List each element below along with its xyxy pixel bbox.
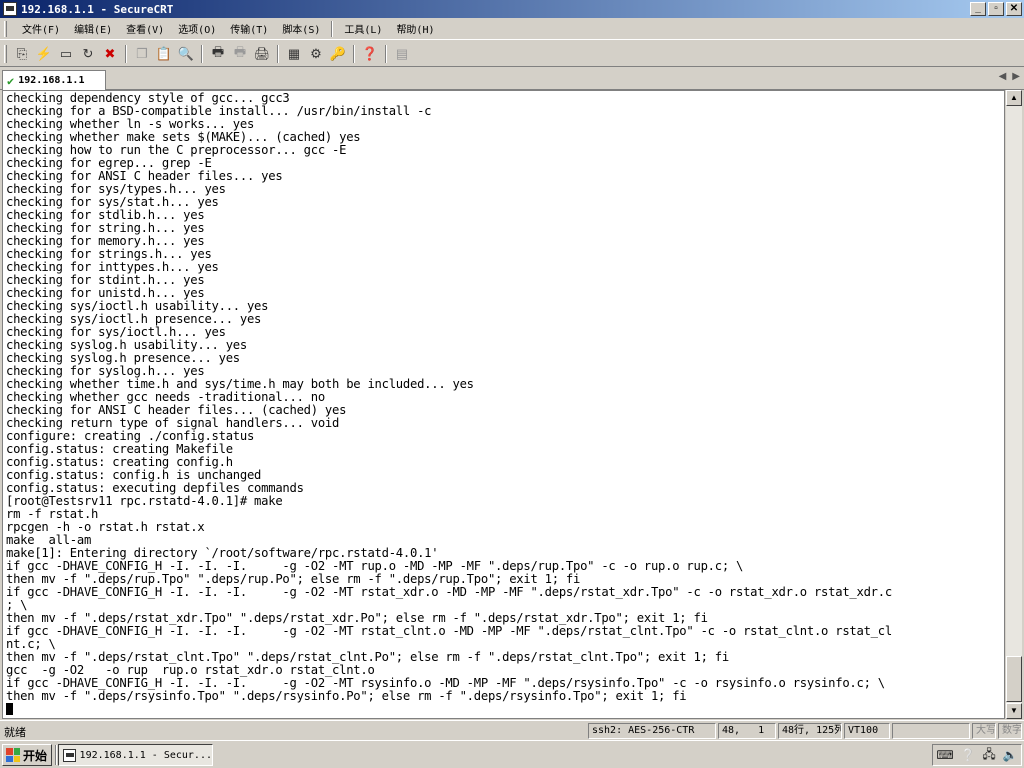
terminal-cursor-line: [6, 703, 892, 716]
logo-quadrant: [6, 748, 13, 755]
menu-file[interactable]: 文件(F): [15, 19, 67, 38]
disconnect-icon[interactable]: ✖: [100, 44, 120, 64]
tab-scroll-arrows: ◀ ▶: [999, 71, 1020, 82]
help-icon[interactable]: ❓: [360, 44, 380, 64]
taskbar-securecrt-button[interactable]: 192.168.1.1 - Secur...: [58, 744, 213, 766]
print-setup-icon[interactable]: 🖨: [252, 44, 272, 64]
scroll-down-button[interactable]: ▼: [1006, 703, 1022, 719]
minimize-button[interactable]: _: [970, 2, 986, 16]
logo-quadrant: [13, 748, 20, 755]
toolbar-separator: [353, 44, 355, 63]
keymap-icon[interactable]: 🔑: [328, 44, 348, 64]
menu-help[interactable]: 帮助(H): [389, 19, 441, 38]
menu-grip[interactable]: [4, 20, 7, 37]
terminal-cursor: [6, 703, 13, 715]
toolbar-separator: [277, 44, 279, 63]
status-bar: 就绪 ssh2: AES-256-CTR 48, 1 48行, 125列 VT1…: [0, 720, 1024, 740]
terminal-line: [root@Testsrv11 rpc.rstatd-4.0.1]# make: [6, 494, 283, 508]
menu-tools[interactable]: 工具(L): [337, 19, 389, 38]
volume-icon[interactable]: 🔈: [1003, 748, 1018, 762]
start-button[interactable]: 开始: [2, 744, 52, 766]
logo-quadrant: [13, 755, 20, 762]
clipboard-icon[interactable]: ▤: [392, 44, 412, 64]
toolbar-separator: [125, 44, 127, 63]
copy-icon[interactable]: ❐: [132, 44, 152, 64]
print-selection-icon[interactable]: 🖶: [230, 44, 250, 64]
connect-icon[interactable]: ⎘: [12, 44, 32, 64]
close-button[interactable]: ✕: [1006, 2, 1022, 16]
toolbar-separator: [385, 44, 387, 63]
reconnect-icon[interactable]: ↻: [78, 44, 98, 64]
network-icon[interactable]: 🖧: [982, 745, 995, 766]
connect-tab-icon[interactable]: ▭: [56, 44, 76, 64]
status-cursor-position: 48, 1: [718, 723, 776, 739]
find-icon[interactable]: 🔍: [176, 44, 196, 64]
menu-script[interactable]: 脚本(S): [275, 19, 327, 38]
title-bar[interactable]: 192.168.1.1 - SecureCRT _ ▫ ✕: [0, 0, 1024, 18]
system-tray: ⌨ ❔ 🖧 🔈: [932, 744, 1022, 766]
session-tab[interactable]: ✔ 192.168.1.1: [2, 70, 106, 90]
scroll-up-button[interactable]: ▲: [1006, 90, 1022, 106]
securecrt-task-icon: [63, 748, 76, 762]
status-dimensions: 48行, 125列: [778, 723, 842, 739]
taskbar-divider: [55, 745, 57, 765]
terminal-line: if gcc -DHAVE_CONFIG_H -I. -I. -I. -g -O…: [6, 624, 892, 638]
scroll-thumb[interactable]: [1006, 656, 1022, 702]
window-controls: _ ▫ ✕: [970, 2, 1022, 16]
windows-taskbar: 开始 192.168.1.1 - Secur... ⌨ ❔ 🖧 🔈: [0, 740, 1024, 768]
menu-separator: [331, 20, 334, 37]
connected-check-icon: ✔: [7, 73, 15, 88]
session-tab-bar: ✔ 192.168.1.1 ◀ ▶: [0, 68, 1024, 90]
tab-scroll-right-icon[interactable]: ▶: [1012, 71, 1020, 82]
status-caps-lock: 大写: [972, 723, 996, 739]
terminal-scrollbar[interactable]: ▲ ▼: [1006, 90, 1022, 719]
status-empty: [892, 723, 970, 739]
windows-logo-icon: [6, 748, 20, 762]
quick-connect-icon[interactable]: ⚡: [34, 44, 54, 64]
terminal-line: rpcgen -h -o rstat.h rstat.x: [6, 520, 205, 534]
menu-bar: 文件(F) 编辑(E) 查看(V) 选项(O) 传输(T) 脚本(S) 工具(L…: [0, 18, 1024, 40]
toolbar-grip[interactable]: [4, 44, 7, 63]
help-tray-icon[interactable]: ❔: [961, 748, 976, 762]
window-title: 192.168.1.1 - SecureCRT: [21, 2, 174, 16]
status-num-lock: 数字: [998, 723, 1022, 739]
paste-icon[interactable]: 📋: [154, 44, 174, 64]
status-ready: 就绪: [4, 726, 26, 739]
terminal-line: if gcc -DHAVE_CONFIG_H -I. -I. -I. -g -O…: [6, 585, 892, 599]
toolbar: ⎘ ⚡ ▭ ↻ ✖ ❐ 📋 🔍 🖶 🖶 🖨 ▦ ⚙ 🔑 ❓ ▤: [0, 41, 1024, 67]
menu-options[interactable]: 选项(O): [171, 19, 223, 38]
session-tab-label: 192.168.1.1: [18, 75, 85, 86]
menu-edit[interactable]: 编辑(E): [67, 19, 119, 38]
print-icon[interactable]: 🖶: [208, 44, 228, 64]
tab-scroll-left-icon[interactable]: ◀: [999, 71, 1007, 82]
menu-view[interactable]: 查看(V): [119, 19, 171, 38]
toolbar-separator: [201, 44, 203, 63]
session-options-icon[interactable]: ▦: [284, 44, 304, 64]
terminal-output: checking dependency style of gcc... gcc3…: [6, 92, 892, 716]
maximize-button[interactable]: ▫: [988, 2, 1004, 16]
status-terminal-type: VT100: [844, 723, 890, 739]
status-protocol: ssh2: AES-256-CTR: [588, 723, 716, 739]
keyboard-icon[interactable]: ⌨: [936, 748, 953, 762]
securecrt-app-icon[interactable]: [3, 2, 17, 16]
terminal-view[interactable]: checking dependency style of gcc... gcc3…: [2, 90, 1005, 719]
logo-quadrant: [6, 755, 13, 762]
start-label: 开始: [23, 748, 48, 763]
task-label: 192.168.1.1 - Secur...: [79, 749, 212, 761]
terminal-line: then mv -f ".deps/rsysinfo.Tpo" ".deps/r…: [6, 689, 687, 703]
global-options-icon[interactable]: ⚙: [306, 44, 326, 64]
menu-transfer[interactable]: 传输(T): [223, 19, 275, 38]
